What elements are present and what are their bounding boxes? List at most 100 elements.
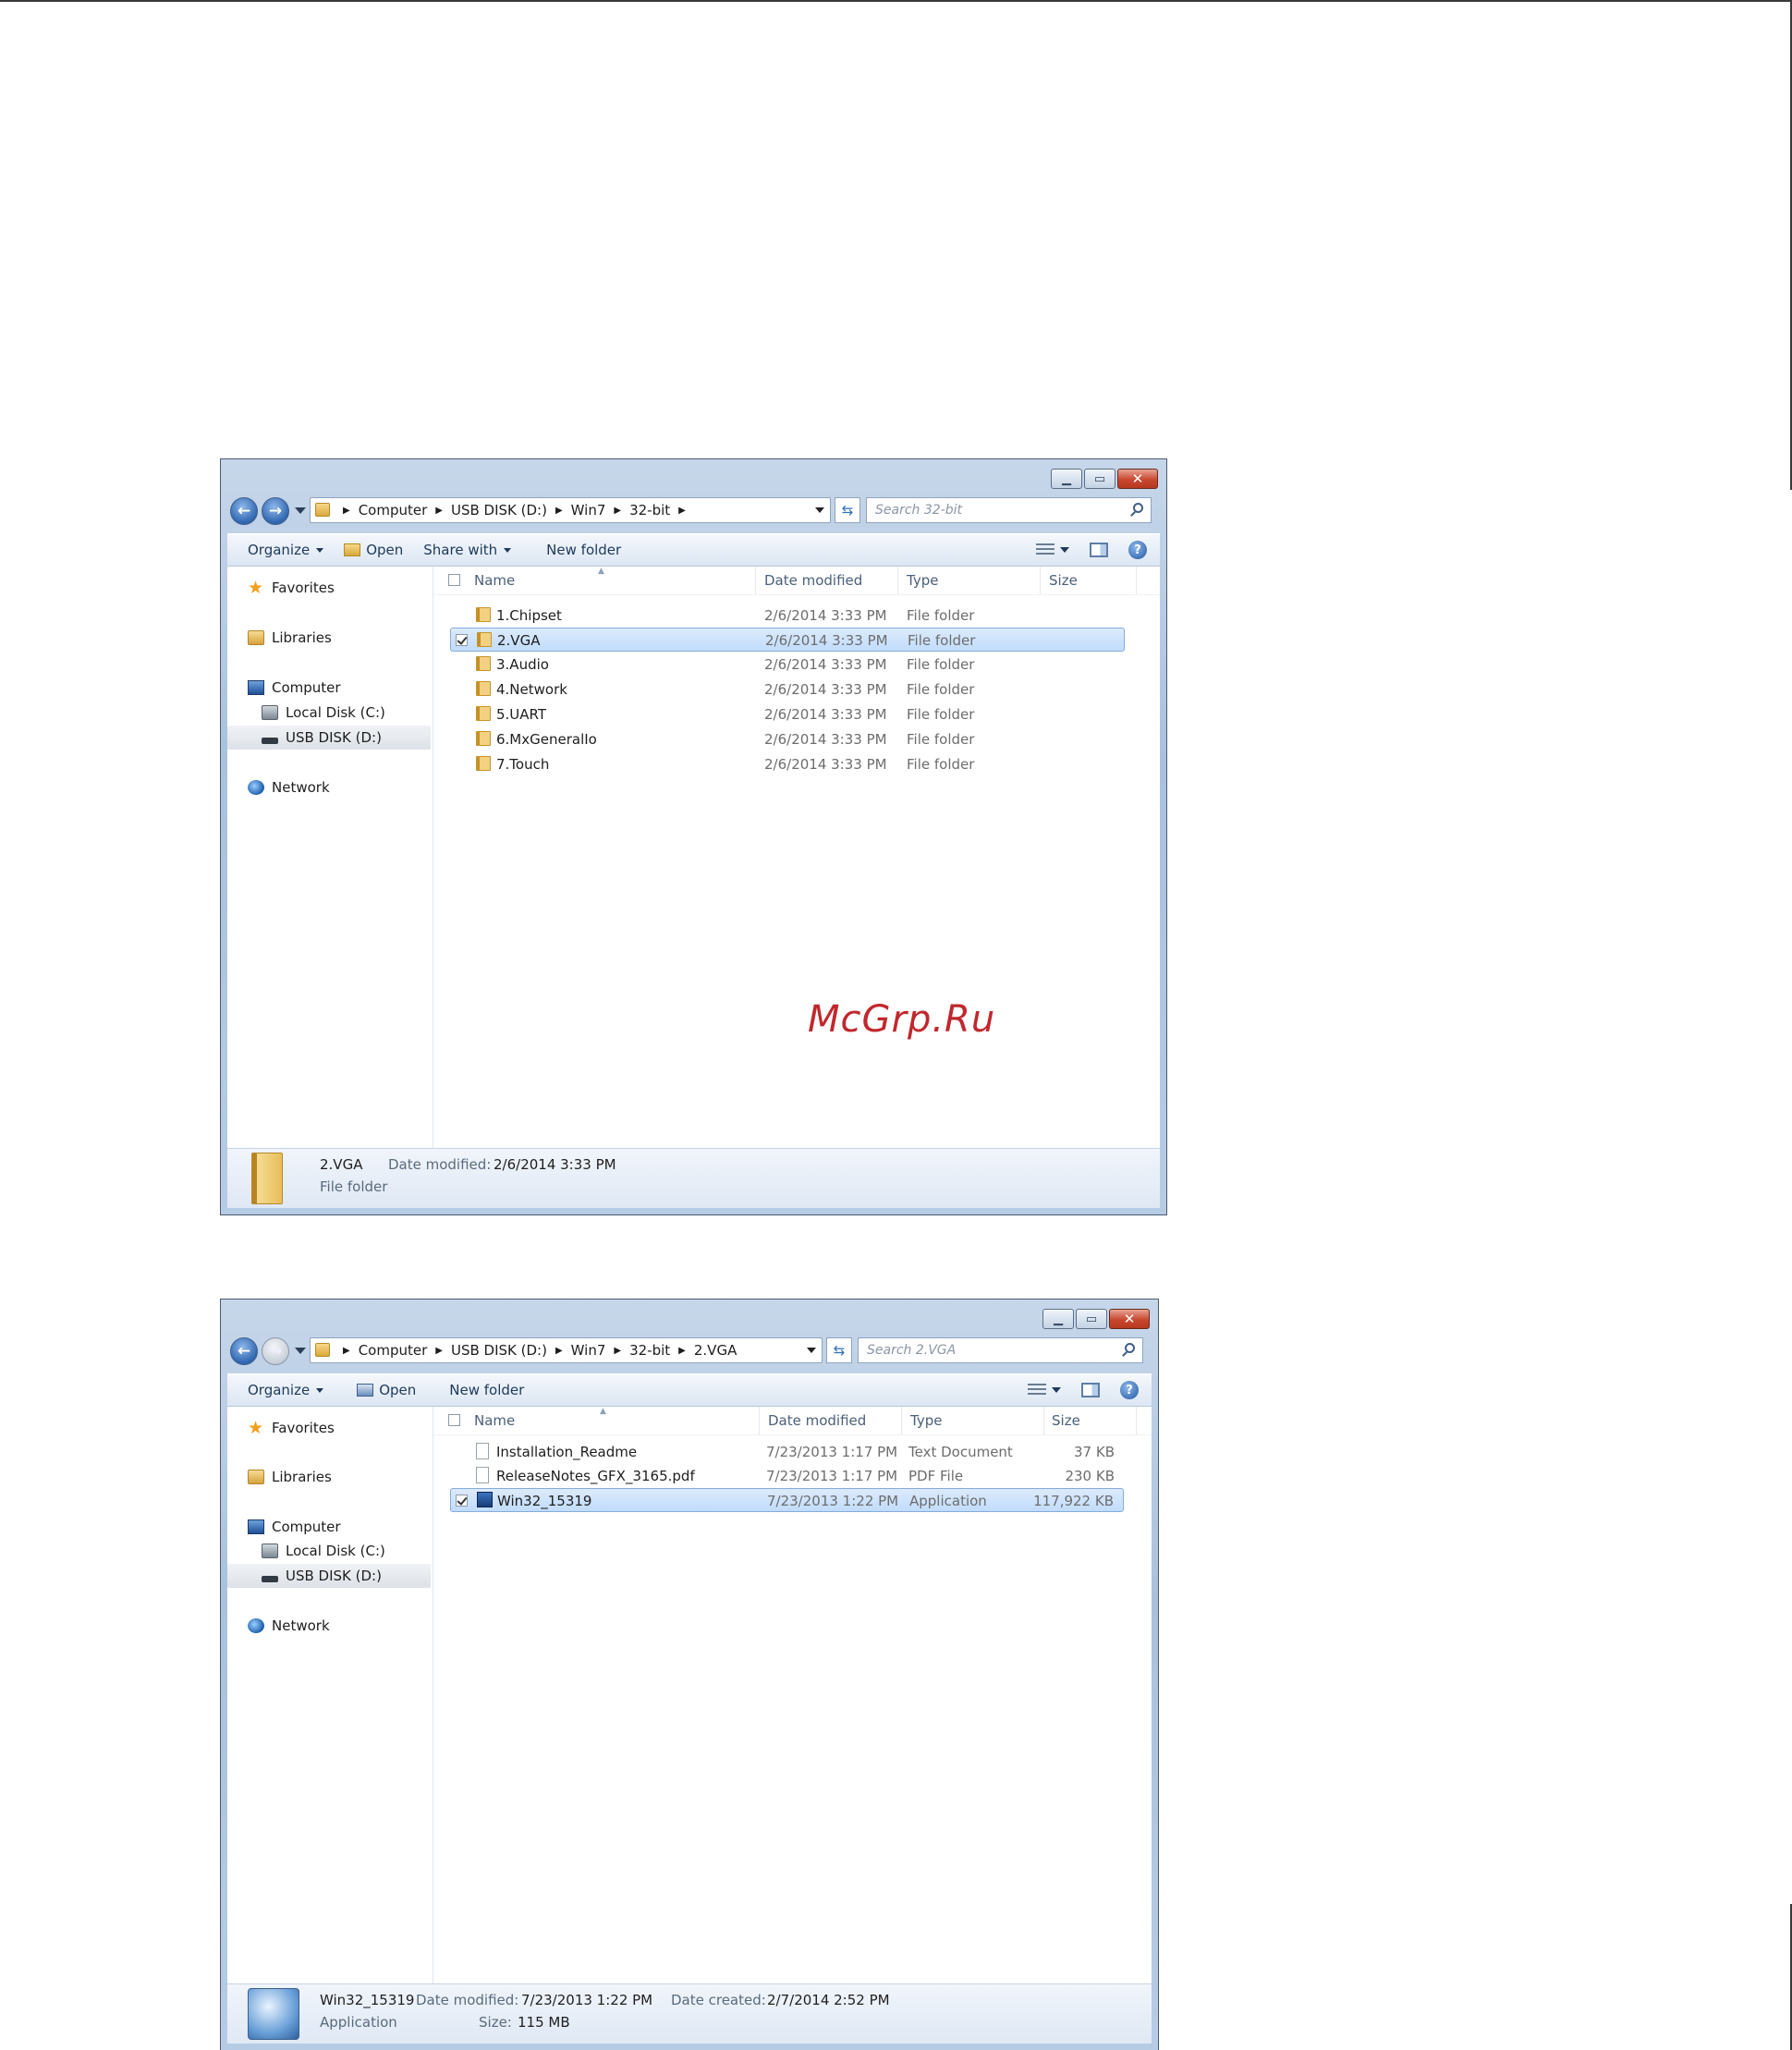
breadcrumb-win7[interactable]: Win7 — [571, 502, 606, 519]
breadcrumb-usb-disk[interactable]: USB DISK (D:) — [451, 502, 547, 519]
recent-pages-dropdown[interactable] — [295, 507, 306, 514]
table-row[interactable]: ReleaseNotes_GFX_3165.pdf 7/23/2013 1:17… — [450, 1464, 1124, 1488]
column-divider[interactable] — [1136, 1407, 1137, 1434]
nav-libraries-label: Libraries — [272, 629, 332, 646]
breadcrumb-computer[interactable]: Computer — [359, 502, 428, 519]
column-date-modified[interactable]: Date modified — [768, 1412, 866, 1429]
address-bar[interactable]: ▶ Computer ▶ USB DISK (D:) ▶ Win7 ▶ 32-b… — [310, 1337, 823, 1363]
select-all-checkbox[interactable] — [448, 1414, 460, 1426]
help-icon[interactable]: ? — [1128, 541, 1147, 559]
search-icon[interactable] — [1133, 503, 1143, 513]
refresh-button[interactable]: ⇆ — [826, 1337, 852, 1363]
maximize-button[interactable]: ▭ — [1084, 469, 1115, 489]
minimize-button[interactable]: ▁ — [1042, 1309, 1074, 1329]
nav-computer[interactable]: Computer — [248, 1515, 341, 1539]
back-button[interactable]: ← — [230, 1337, 258, 1365]
nav-favorites[interactable]: ★ Favorites — [248, 1416, 335, 1440]
chevron-right-icon[interactable]: ▶ — [343, 1346, 350, 1356]
maximize-button[interactable]: ▭ — [1076, 1309, 1107, 1329]
close-button[interactable]: ✕ — [1109, 1309, 1150, 1329]
table-row[interactable]: 6.MxGeneralIo 2/6/2014 3:33 PM File fold… — [450, 727, 1125, 751]
column-divider[interactable] — [1040, 567, 1041, 594]
table-row[interactable]: 7.Touch 2/6/2014 3:33 PM File folder — [450, 752, 1125, 776]
preview-pane-icon[interactable] — [1081, 1383, 1100, 1397]
chevron-right-icon[interactable]: ▶ — [555, 506, 563, 516]
nav-libraries[interactable]: Libraries — [248, 626, 332, 650]
column-type[interactable]: Type — [907, 572, 938, 589]
nav-local-disk[interactable]: Local Disk (C:) — [262, 1539, 385, 1563]
chevron-right-icon[interactable]: ▶ — [678, 506, 686, 516]
search-input[interactable]: Search 32-bit — [866, 497, 1152, 523]
column-divider[interactable] — [755, 567, 756, 594]
nav-usb-disk[interactable]: USB DISK (D:) — [227, 726, 431, 750]
breadcrumb-usb-disk[interactable]: USB DISK (D:) — [451, 1342, 547, 1359]
chevron-right-icon[interactable]: ▶ — [435, 506, 443, 516]
forward-button[interactable]: → — [262, 1337, 289, 1365]
table-row-selected[interactable]: 2.VGA 2/6/2014 3:33 PM File folder — [450, 628, 1125, 652]
view-dropdown-icon[interactable] — [1060, 547, 1069, 553]
breadcrumb-32bit[interactable]: 32-bit — [629, 1342, 670, 1359]
open-button[interactable]: Open — [357, 1382, 416, 1398]
row-checkbox[interactable] — [456, 634, 468, 646]
help-icon[interactable]: ? — [1120, 1381, 1139, 1399]
recent-pages-dropdown[interactable] — [295, 1348, 306, 1354]
chevron-right-icon[interactable]: ▶ — [678, 1346, 686, 1356]
breadcrumb-2vga[interactable]: 2.VGA — [694, 1342, 737, 1359]
nav-computer[interactable]: Computer — [248, 676, 341, 700]
chevron-right-icon[interactable]: ▶ — [555, 1346, 563, 1356]
open-button[interactable]: Open — [344, 542, 403, 558]
nav-local-disk[interactable]: Local Disk (C:) — [262, 701, 385, 725]
back-button[interactable]: ← — [230, 497, 258, 525]
select-all-checkbox[interactable] — [448, 574, 460, 586]
table-row[interactable]: 5.UART 2/6/2014 3:33 PM File folder — [450, 702, 1125, 726]
new-folder-button[interactable]: New folder — [449, 1382, 524, 1398]
share-with-button[interactable]: Share with — [423, 542, 512, 558]
column-name[interactable]: Name — [474, 572, 515, 589]
forward-button[interactable]: → — [262, 497, 289, 525]
table-row[interactable]: 3.Audio 2/6/2014 3:33 PM File folder — [450, 653, 1125, 677]
view-options-icon[interactable] — [1036, 543, 1054, 556]
address-bar[interactable]: ▶ Computer ▶ USB DISK (D:) ▶ Win7 ▶ 32-b… — [310, 497, 831, 523]
chevron-right-icon[interactable]: ▶ — [435, 1346, 443, 1356]
breadcrumb-win7[interactable]: Win7 — [571, 1342, 606, 1359]
address-dropdown-icon[interactable] — [815, 507, 824, 513]
breadcrumb-32bit[interactable]: 32-bit — [629, 502, 670, 519]
new-folder-button[interactable]: New folder — [546, 542, 621, 558]
organize-button[interactable]: Organize — [248, 542, 324, 558]
table-row[interactable]: Installation_Readme 7/23/2013 1:17 PM Te… — [450, 1440, 1124, 1464]
breadcrumb-computer[interactable]: Computer — [359, 1342, 428, 1359]
nav-network[interactable]: Network — [248, 1614, 330, 1638]
column-name[interactable]: Name — [474, 1412, 515, 1429]
column-divider[interactable] — [759, 1407, 760, 1434]
chevron-right-icon[interactable]: ▶ — [614, 506, 621, 516]
nav-usb-disk[interactable]: USB DISK (D:) — [227, 1564, 431, 1588]
view-dropdown-icon[interactable] — [1052, 1387, 1061, 1393]
chevron-right-icon[interactable]: ▶ — [614, 1346, 621, 1356]
table-row[interactable]: 1.Chipset 2/6/2014 3:33 PM File folder — [450, 604, 1125, 628]
chevron-right-icon[interactable]: ▶ — [343, 506, 350, 516]
address-dropdown-icon[interactable] — [807, 1348, 816, 1353]
row-checkbox[interactable] — [456, 1495, 468, 1507]
organize-button[interactable]: Organize — [248, 1382, 324, 1398]
minimize-button[interactable]: ▁ — [1051, 469, 1082, 489]
preview-pane-icon[interactable] — [1090, 543, 1108, 557]
row-date: 7/23/2013 1:17 PM — [766, 1468, 898, 1484]
column-size[interactable]: Size — [1052, 1412, 1080, 1429]
search-icon[interactable] — [1125, 1343, 1135, 1353]
table-row-selected[interactable]: Win32_15319 7/23/2013 1:22 PM Applicatio… — [450, 1488, 1124, 1512]
column-divider[interactable] — [897, 567, 898, 594]
nav-libraries[interactable]: Libraries — [248, 1465, 332, 1489]
column-date-modified[interactable]: Date modified — [764, 572, 862, 589]
column-divider[interactable] — [1136, 567, 1137, 594]
view-options-icon[interactable] — [1028, 1384, 1046, 1397]
column-divider[interactable] — [1043, 1407, 1044, 1434]
close-button[interactable]: ✕ — [1117, 469, 1158, 489]
nav-favorites[interactable]: ★ Favorites — [248, 576, 335, 600]
nav-network[interactable]: Network — [248, 775, 330, 799]
column-divider[interactable] — [901, 1407, 902, 1434]
column-size[interactable]: Size — [1049, 572, 1078, 589]
search-input[interactable]: Search 2.VGA — [858, 1337, 1143, 1363]
refresh-button[interactable]: ⇆ — [835, 497, 860, 523]
table-row[interactable]: 4.Network 2/6/2014 3:33 PM File folder — [450, 677, 1125, 702]
column-type[interactable]: Type — [910, 1412, 942, 1429]
